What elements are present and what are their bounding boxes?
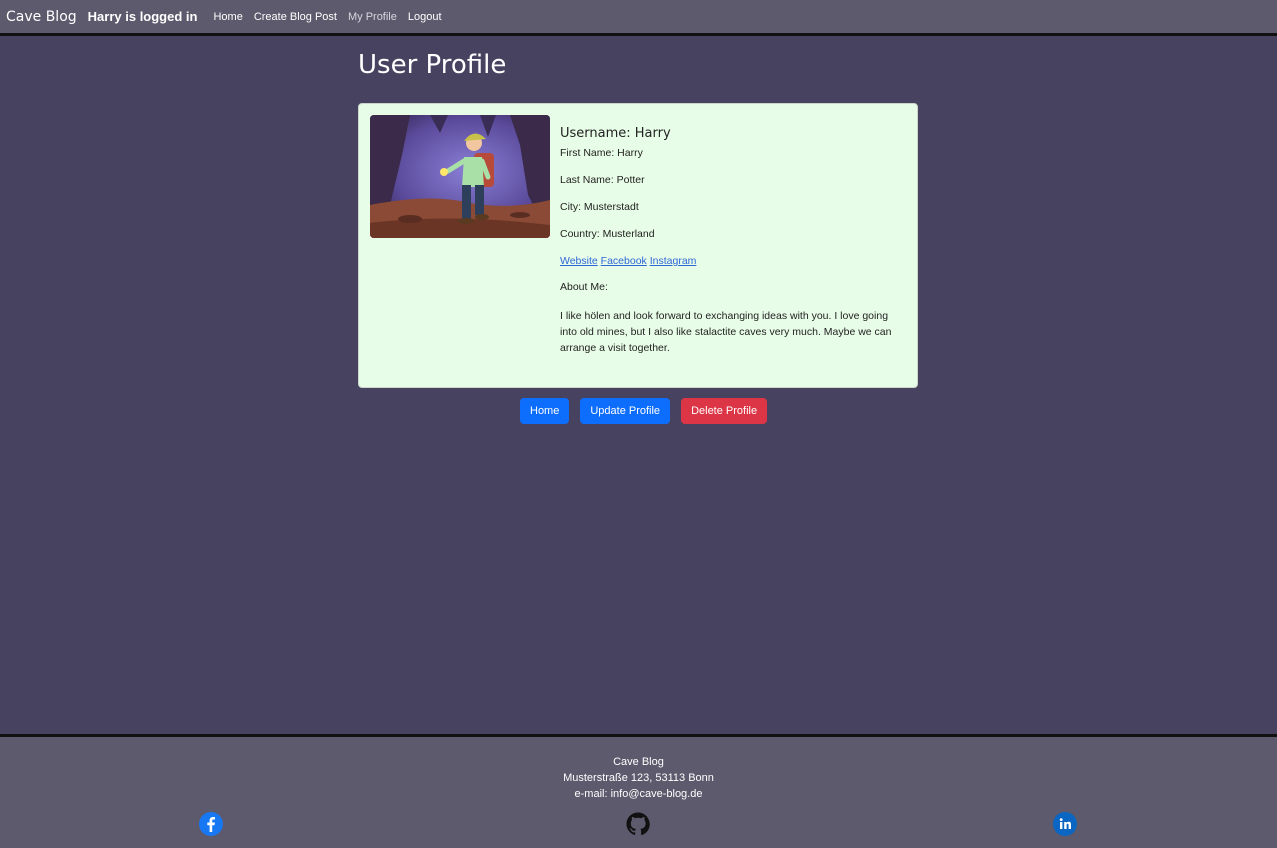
footer: Cave Blog Musterstraße 123, 53113 Bonn e… [0,737,1277,848]
nav-home-link[interactable]: Home [213,11,242,23]
profile-links: Website Facebook Instagram [560,255,900,267]
nav-logout-link[interactable]: Logout [408,11,442,23]
page-title: User Profile [358,50,507,80]
website-link[interactable]: Website [560,255,598,267]
about-label: About Me: [560,281,608,293]
profile-image [370,115,550,238]
home-button[interactable]: Home [520,398,570,424]
brand-link[interactable]: Cave Blog [6,9,77,25]
footer-address: Musterstraße 123, 53113 Bonn [563,772,714,784]
top-navbar: Cave Blog Harry is logged in Home Create… [0,0,1277,33]
facebook-link[interactable]: Facebook [601,255,647,267]
profile-info: Username: Harry First Name: Harry Last N… [560,126,900,356]
profile-actions: Home Update Profile Delete Profile [520,398,768,424]
linkedin-icon[interactable] [1053,812,1077,836]
about-text: I like hölen and look forward to exchang… [560,310,892,354]
nav-create-post-link[interactable]: Create Blog Post [254,11,337,23]
facebook-icon[interactable] [199,812,223,836]
login-status: Harry is logged in [87,9,198,24]
footer-contact: Cave Blog Musterstraße 123, 53113 Bonn e… [0,737,1277,802]
footer-name: Cave Blog [613,756,664,768]
navbar-divider [0,33,1277,36]
profile-last-name: Last Name: Potter [560,174,645,186]
nav-my-profile-link[interactable]: My Profile [348,11,397,23]
footer-email: e-mail: info@cave-blog.de [574,788,703,800]
profile-username: Username: Harry [560,126,671,141]
delete-profile-button[interactable]: Delete Profile [681,398,768,424]
instagram-link[interactable]: Instagram [650,255,697,267]
github-icon[interactable] [626,812,650,836]
update-profile-button[interactable]: Update Profile [580,398,671,424]
profile-first-name: First Name: Harry [560,147,643,159]
profile-city: City: Musterstadt [560,201,639,213]
profile-country: Country: Musterland [560,228,655,240]
profile-card: Username: Harry First Name: Harry Last N… [358,103,918,388]
